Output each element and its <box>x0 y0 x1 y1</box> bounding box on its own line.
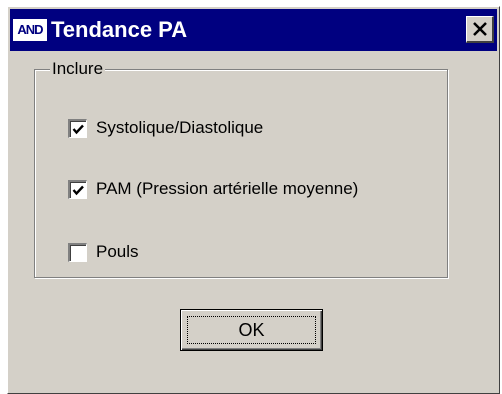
close-icon <box>473 22 487 36</box>
app-logo-icon: AND <box>13 19 47 41</box>
window-title: Tendance PA <box>51 17 188 42</box>
groupbox-label: Inclure <box>50 58 106 80</box>
checkbox-pouls[interactable]: Pouls <box>68 240 139 264</box>
checkbox-pam[interactable]: PAM (Pression artérielle moyenne) <box>68 177 358 201</box>
checkbox-box[interactable] <box>68 179 87 199</box>
checkbox-label: PAM (Pression artérielle moyenne) <box>96 179 359 198</box>
checkbox-box[interactable] <box>68 242 87 262</box>
checkbox-label: Systolique/Diastolique <box>96 118 264 137</box>
checkmark-icon <box>72 185 84 195</box>
title-bar[interactable]: AND Tendance PA <box>10 9 497 51</box>
close-button[interactable] <box>466 16 494 43</box>
checkbox-label: Pouls <box>96 242 139 261</box>
ok-button-label: OK <box>238 320 265 340</box>
checkbox-box[interactable] <box>68 118 87 138</box>
ok-button[interactable]: OK <box>180 309 323 351</box>
checkmark-icon <box>72 124 84 134</box>
checkbox-systolic-diastolic[interactable]: Systolique/Diastolique <box>68 116 263 140</box>
